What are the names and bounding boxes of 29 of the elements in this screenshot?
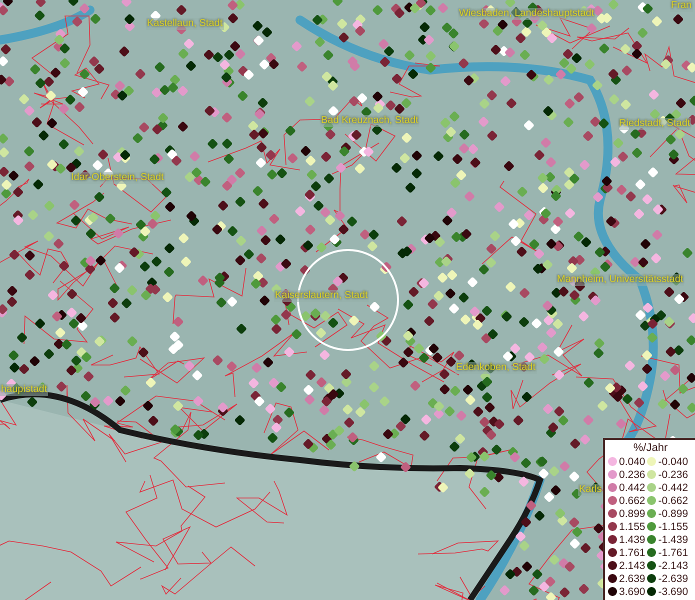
legend-value: 1.155 bbox=[619, 520, 646, 532]
legend-value: -1.155 bbox=[658, 520, 688, 532]
city-label: Idar-Oberstein, Stadt bbox=[70, 172, 165, 184]
legend-value: -0.040 bbox=[658, 456, 688, 468]
legend-value: 0.236 bbox=[619, 468, 646, 480]
legend-value: 3.690 bbox=[619, 586, 646, 598]
city-label: Fran bbox=[670, 0, 693, 12]
legend-value: -1.439 bbox=[658, 534, 688, 546]
legend-value: 2.639 bbox=[619, 572, 646, 584]
legend-value: -2.143 bbox=[658, 560, 688, 572]
city-label: Bad Kreuznach, Stadt bbox=[320, 115, 420, 127]
legend-value: 0.899 bbox=[619, 508, 646, 520]
legend-value: -0.442 bbox=[658, 482, 688, 494]
legend-value: 1.439 bbox=[619, 534, 646, 546]
legend-value: -2.639 bbox=[658, 572, 688, 584]
legend-value: -0.899 bbox=[658, 508, 688, 520]
legend-value: 1.761 bbox=[619, 546, 646, 558]
city-label: Kaiserslautern, Stadt bbox=[274, 290, 369, 302]
legend-value: -0.236 bbox=[658, 468, 688, 480]
legend-value: 0.040 bbox=[619, 456, 646, 468]
legend-value: -3.690 bbox=[658, 586, 688, 598]
city-label: Riedstadt, Stadt bbox=[618, 118, 692, 130]
legend-value: -1.761 bbox=[658, 546, 688, 558]
legend-title: %/Jahr bbox=[632, 442, 669, 455]
legend-value: -0.662 bbox=[658, 494, 688, 506]
legend-value: 2.143 bbox=[619, 560, 646, 572]
city-label: Kastellaun, Stadt bbox=[146, 18, 224, 30]
legend-value: 0.662 bbox=[619, 494, 646, 506]
legend-value: 0.442 bbox=[619, 482, 646, 494]
